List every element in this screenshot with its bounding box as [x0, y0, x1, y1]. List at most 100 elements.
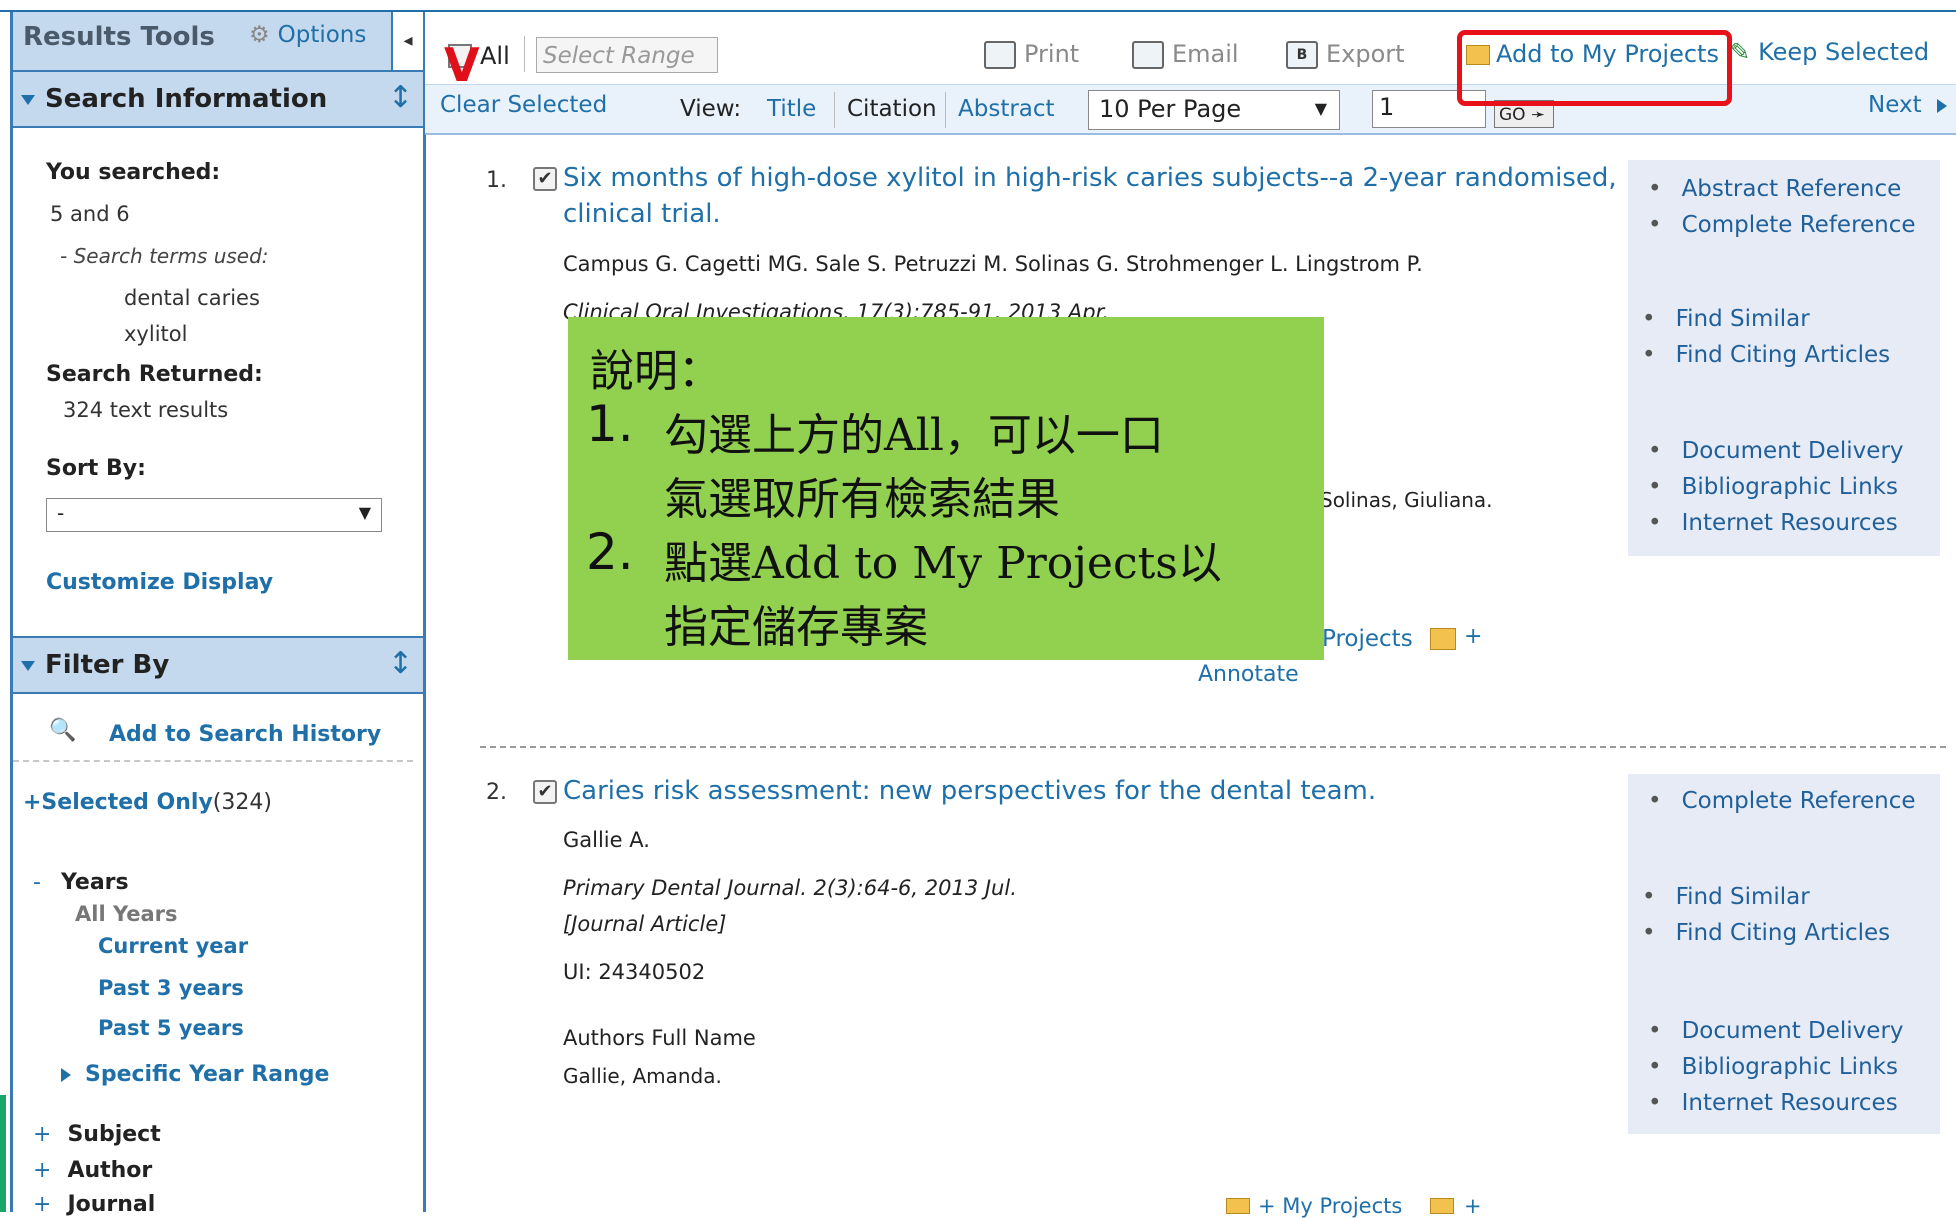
my-projects-link[interactable]: Projects: [1322, 626, 1413, 652]
view-label: View:: [680, 96, 742, 122]
highlight-box: [1457, 30, 1732, 106]
result-ui: UI: 24340502: [563, 960, 706, 984]
per-page-select[interactable]: 10 Per Page ▼: [1088, 90, 1340, 130]
select-range-input[interactable]: Select Range: [536, 37, 718, 73]
callout-heading: 說明：: [590, 346, 722, 397]
plus-icon[interactable]: +: [1464, 1194, 1482, 1218]
selected-only-filter[interactable]: +Selected Only(324): [23, 790, 272, 815]
result-number: 1.: [486, 168, 507, 193]
plus-icon[interactable]: +: [1464, 624, 1482, 649]
view-citation-link[interactable]: Citation: [847, 96, 937, 122]
divider: [524, 36, 525, 72]
result-title-link[interactable]: Caries risk assessment: new perspectives…: [563, 773, 1376, 809]
callout-step-text: 勾選上方的All，可以一口: [664, 410, 1164, 461]
document-delivery-link[interactable]: Document Delivery: [1648, 1018, 1904, 1044]
select-all-label[interactable]: All: [480, 42, 510, 70]
find-citing-articles-link[interactable]: Find Citing Articles: [1642, 342, 1891, 368]
you-searched-label: You searched:: [46, 160, 221, 185]
divider: [13, 760, 413, 762]
dropdown-arrow-icon: ▼: [358, 503, 371, 522]
resize-icon[interactable]: ↕: [388, 80, 413, 115]
specific-year-range-link[interactable]: Specific Year Range: [61, 1062, 329, 1087]
callout-step-number: 2.: [586, 523, 634, 581]
internet-resources-link[interactable]: Internet Resources: [1648, 1090, 1898, 1116]
next-page-link[interactable]: Next: [1868, 92, 1947, 118]
result-title-link[interactable]: Six months of high-dose xylitol in high-…: [563, 160, 1617, 232]
callout-step-text: 指定儲存專案: [664, 602, 928, 653]
chevron-down-icon: [21, 94, 35, 105]
result-side-links: Complete Reference Find Similar Find Cit…: [1628, 774, 1940, 1134]
arrow-right-icon: ➛: [1530, 105, 1546, 125]
callout-step-text: 點選Add to My Projects以: [664, 538, 1222, 589]
authors-full-name-label: Authors Full Name: [563, 1026, 756, 1050]
collapse-panel-icon[interactable]: ◂: [391, 12, 423, 70]
result-side-links: Abstract Reference Complete Reference Fi…: [1628, 160, 1940, 556]
pin-icon: ✎: [1730, 38, 1751, 66]
checkmark-annotation: V: [444, 38, 480, 92]
search-returned-value: 324 text results: [63, 398, 229, 422]
print-button[interactable]: Print: [984, 40, 1079, 69]
options-button[interactable]: ⚙ Options: [249, 22, 366, 48]
folder-add-icon[interactable]: [1430, 628, 1456, 650]
instruction-callout: 說明： 1. 勾選上方的All，可以一口 氣選取所有檢索結果 2. 點選Add …: [568, 317, 1324, 660]
view-title-link[interactable]: Title: [767, 96, 816, 122]
find-similar-link[interactable]: Find Similar: [1642, 306, 1810, 332]
printer-icon: [984, 41, 1016, 69]
result-authors: Campus G. Cagetti MG. Sale S. Petruzzi M…: [563, 252, 1423, 276]
facet-author[interactable]: + Author: [33, 1158, 152, 1183]
search-information-title: Search Information: [45, 84, 328, 114]
search-information-header[interactable]: Search Information ↕: [13, 72, 423, 128]
chevron-down-icon: [21, 660, 35, 671]
year-filter-past-5[interactable]: Past 5 years: [98, 1016, 244, 1040]
search-history-icon: 🔍: [49, 718, 77, 743]
year-filter-all[interactable]: All Years: [75, 902, 178, 926]
result-type: [Journal Article]: [563, 912, 727, 936]
collapse-years-icon[interactable]: -: [33, 870, 41, 895]
email-button[interactable]: Email: [1132, 40, 1239, 69]
add-to-search-history-link[interactable]: Add to Search History: [109, 722, 381, 747]
find-similar-link[interactable]: Find Similar: [1642, 884, 1810, 910]
my-projects-link[interactable]: + My Projects: [1258, 1194, 1402, 1218]
abstract-reference-link[interactable]: Abstract Reference: [1648, 176, 1902, 202]
search-query: 5 and 6: [50, 202, 130, 226]
triangle-right-icon: [61, 1068, 71, 1082]
clear-selected-link[interactable]: Clear Selected: [440, 92, 607, 118]
document-delivery-link[interactable]: Document Delivery: [1648, 438, 1904, 464]
sort-by-label: Sort By:: [46, 456, 146, 481]
expand-icon: +: [33, 1122, 52, 1147]
sort-by-select[interactable]: - ▼: [46, 498, 382, 532]
top-strip: [0, 0, 1956, 12]
facet-subject[interactable]: + Subject: [33, 1122, 161, 1147]
slide-edge-accent: [0, 1095, 6, 1212]
divider: [834, 92, 835, 128]
callout-step-number: 1.: [586, 395, 634, 453]
year-filter-past-3[interactable]: Past 3 years: [98, 976, 244, 1000]
facet-journal[interactable]: + Journal: [33, 1192, 155, 1217]
bibliographic-links-link[interactable]: Bibliographic Links: [1648, 1054, 1898, 1080]
email-icon: [1132, 41, 1164, 69]
keep-selected-button[interactable]: ✎ Keep Selected: [1730, 38, 1929, 66]
export-icon: B: [1286, 41, 1318, 69]
bibliographic-links-link[interactable]: Bibliographic Links: [1648, 474, 1898, 500]
divider: [945, 92, 946, 128]
result-divider: [480, 746, 1946, 748]
complete-reference-link[interactable]: Complete Reference: [1648, 212, 1916, 238]
find-citing-articles-link[interactable]: Find Citing Articles: [1642, 920, 1891, 946]
years-label: Years: [61, 870, 129, 895]
resize-icon[interactable]: ↕: [388, 646, 413, 681]
filter-by-title: Filter By: [45, 650, 170, 680]
view-abstract-link[interactable]: Abstract: [958, 96, 1055, 122]
result-checkbox[interactable]: ✔: [533, 167, 557, 191]
result-number: 2.: [486, 780, 507, 805]
complete-reference-link[interactable]: Complete Reference: [1648, 788, 1916, 814]
internet-resources-link[interactable]: Internet Resources: [1648, 510, 1898, 536]
customize-display-link[interactable]: Customize Display: [46, 570, 273, 595]
results-tools-title: Results Tools: [23, 22, 215, 52]
callout-step-text: 氣選取所有檢索結果: [664, 474, 1060, 525]
annotate-link[interactable]: Annotate: [1198, 662, 1299, 687]
year-filter-current[interactable]: Current year: [98, 934, 248, 958]
export-button[interactable]: B Export: [1286, 40, 1405, 69]
filter-by-header[interactable]: Filter By ↕: [13, 636, 423, 694]
triangle-right-icon: [1936, 98, 1947, 113]
result-checkbox[interactable]: ✔: [533, 780, 557, 804]
